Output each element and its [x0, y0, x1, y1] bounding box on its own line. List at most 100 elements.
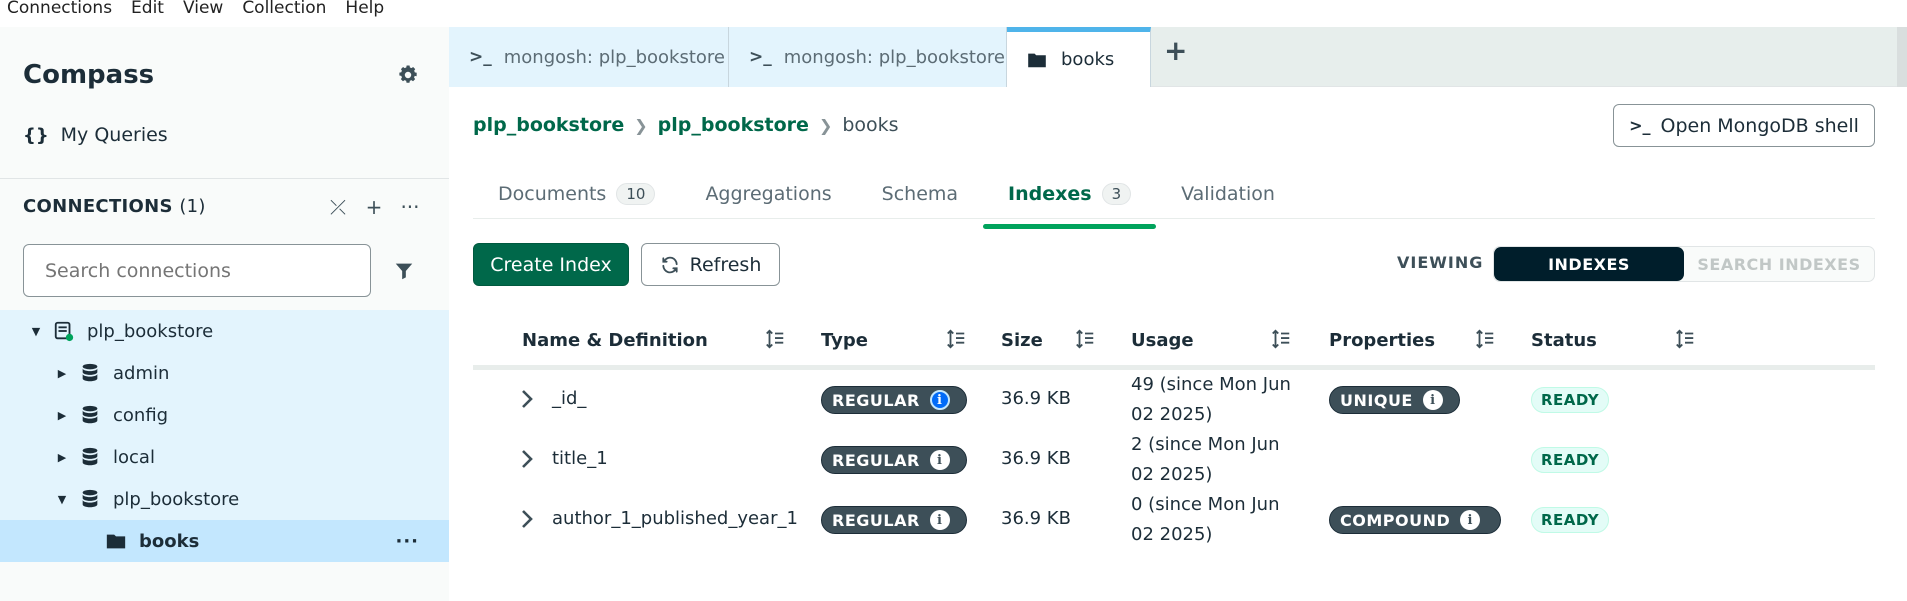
shell-prompt-icon: >_: [1629, 116, 1651, 135]
menu-view[interactable]: View: [183, 0, 223, 16]
expand-chevron-icon[interactable]: [520, 388, 534, 410]
more-options-icon[interactable]: ···: [399, 195, 421, 219]
info-icon[interactable]: i: [1422, 390, 1443, 410]
tree-item-database[interactable]: ▶ config: [0, 394, 449, 436]
tab-label: Aggregations: [705, 183, 832, 205]
status-badge: READY: [1531, 507, 1610, 533]
database-icon: [82, 363, 98, 382]
tab-label: books: [1061, 49, 1115, 70]
usage-line: 0 (since Mon Jun: [1131, 494, 1280, 515]
table-row[interactable]: author_1_published_year_1 REGULAR i 36.9…: [473, 490, 1875, 550]
caret-down-icon[interactable]: ▼: [29, 325, 43, 338]
index-name: author_1_published_year_1: [552, 508, 798, 529]
menu-edit[interactable]: Edit: [131, 0, 164, 16]
tree-item-collection[interactable]: books ···: [0, 520, 449, 562]
column-type[interactable]: Type: [821, 330, 868, 351]
info-icon[interactable]: i: [929, 450, 950, 470]
create-index-button[interactable]: Create Index: [473, 243, 629, 286]
indexes-table-header: Name & Definition Type Size Usage Proper…: [473, 320, 1875, 370]
breadcrumb-database[interactable]: plp_bookstore: [658, 114, 809, 136]
expand-chevron-icon[interactable]: [520, 508, 534, 530]
more-options-icon[interactable]: ···: [395, 531, 419, 552]
tab-label: Schema: [881, 183, 959, 205]
column-status[interactable]: Status: [1531, 330, 1597, 351]
sort-icon[interactable]: [1270, 328, 1292, 350]
caret-right-icon[interactable]: ▶: [55, 409, 69, 422]
tree-item-connection[interactable]: ▼ plp_bookstore: [0, 310, 449, 352]
column-properties[interactable]: Properties: [1329, 330, 1435, 351]
index-size: 36.9 KB: [1001, 448, 1071, 469]
tab-shell-1[interactable]: >_ mongosh: plp_bookstore: [449, 27, 729, 87]
my-queries-label: My Queries: [60, 124, 168, 146]
search-indexes-toggle[interactable]: SEARCH INDEXES: [1684, 247, 1874, 281]
view-toggle: INDEXES SEARCH INDEXES: [1493, 246, 1875, 282]
info-icon[interactable]: i: [929, 390, 950, 410]
sort-icon[interactable]: [764, 328, 786, 350]
connections-heading: CONNECTIONS (1): [23, 196, 206, 217]
property-badge: COMPOUND i: [1329, 506, 1501, 534]
count-badge: 3: [1101, 183, 1132, 205]
tree-item-database[interactable]: ▼ plp_bookstore: [0, 478, 449, 520]
connection-icon: [54, 321, 74, 342]
shell-prompt-icon: >_: [749, 47, 772, 67]
menu-connections[interactable]: Connections: [7, 0, 112, 16]
tab-documents[interactable]: Documents 10: [473, 170, 680, 218]
gear-icon[interactable]: [397, 64, 419, 86]
index-usage: 2 (since Mon Jun 02 2025): [1131, 430, 1306, 490]
property-badge: UNIQUE i: [1329, 386, 1460, 414]
folder-icon: [1028, 53, 1046, 67]
sort-icon[interactable]: [1474, 328, 1496, 350]
tab-indexes[interactable]: Indexes 3: [983, 170, 1157, 229]
info-icon[interactable]: i: [929, 510, 950, 530]
filter-icon[interactable]: [393, 260, 415, 282]
table-row[interactable]: title_1 REGULAR i 36.9 KB 2 (since Mon J…: [473, 430, 1875, 490]
column-size[interactable]: Size: [1001, 330, 1043, 351]
tab-validation[interactable]: Validation: [1156, 170, 1300, 218]
indexes-toggle[interactable]: INDEXES: [1494, 247, 1684, 281]
connections-label: CONNECTIONS: [23, 196, 173, 217]
tab-aggregations[interactable]: Aggregations: [680, 170, 856, 218]
search-connections-input[interactable]: [23, 244, 371, 297]
breadcrumb-collection: books: [842, 114, 899, 136]
braces-icon: {}: [23, 124, 49, 146]
caret-right-icon[interactable]: ▶: [55, 451, 69, 464]
tree-item-database[interactable]: ▶ admin: [0, 352, 449, 394]
type-badge: REGULAR i: [821, 506, 967, 534]
refresh-button[interactable]: Refresh: [641, 243, 780, 286]
index-size: 36.9 KB: [1001, 388, 1071, 409]
tab-label: Documents: [498, 183, 607, 205]
window-scrollbar[interactable]: [1897, 27, 1907, 87]
menu-help[interactable]: Help: [345, 0, 384, 16]
tree-item-database[interactable]: ▶ local: [0, 436, 449, 478]
sort-icon[interactable]: [945, 328, 967, 350]
open-mongodb-shell-button[interactable]: >_ Open MongoDB shell: [1613, 104, 1875, 147]
expand-chevron-icon[interactable]: [520, 448, 534, 470]
sort-icon[interactable]: [1074, 328, 1096, 350]
caret-down-icon[interactable]: ▼: [55, 493, 69, 506]
tab-shell-2[interactable]: >_ mongosh: plp_bookstore: [729, 27, 1007, 87]
new-tab-icon[interactable]: +: [1164, 34, 1187, 67]
my-queries-link[interactable]: {} My Queries: [23, 124, 168, 146]
sort-icon[interactable]: [1674, 328, 1696, 350]
chevron-right-icon: ❯: [634, 115, 648, 135]
caret-right-icon[interactable]: ▶: [55, 367, 69, 380]
column-name[interactable]: Name & Definition: [522, 330, 708, 351]
tab-schema[interactable]: Schema: [857, 170, 983, 218]
property-label: COMPOUND: [1340, 510, 1451, 530]
tab-label: Indexes: [1008, 183, 1092, 205]
add-connection-icon[interactable]: +: [363, 195, 385, 219]
database-icon: [82, 447, 98, 466]
usage-line: 2 (since Mon Jun: [1131, 434, 1280, 455]
index-usage: 49 (since Mon Jun 02 2025): [1131, 370, 1306, 430]
table-row[interactable]: _id_ REGULAR i 36.9 KB 49 (since Mon Jun…: [473, 370, 1875, 430]
column-usage[interactable]: Usage: [1131, 330, 1194, 351]
menu-collection[interactable]: Collection: [242, 0, 326, 16]
collapse-all-icon[interactable]: ⤫: [327, 195, 349, 219]
tab-label: mongosh: plp_bookstore: [503, 46, 725, 68]
tree-item-label: plp_bookstore: [87, 320, 214, 342]
folder-icon: [106, 534, 126, 549]
breadcrumb-connection[interactable]: plp_bookstore: [473, 114, 624, 136]
connections-count: (1): [179, 196, 206, 217]
tab-books[interactable]: books: [1007, 27, 1151, 87]
info-icon[interactable]: i: [1460, 510, 1481, 530]
